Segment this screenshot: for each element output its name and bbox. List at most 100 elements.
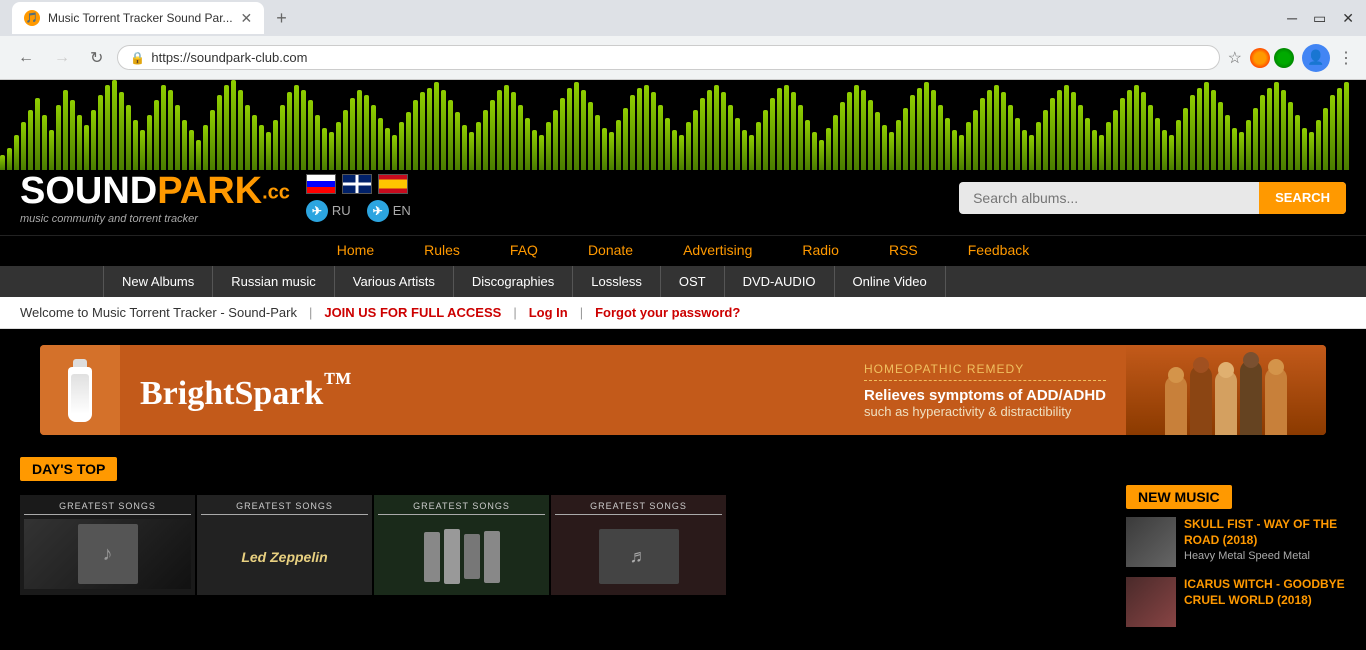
chrome-menu-button[interactable]: ⋮: [1338, 48, 1354, 68]
sub-nav-link-lossless[interactable]: Lossless: [573, 266, 661, 297]
eq-bar: [77, 115, 82, 170]
ad-homeo-label: HOMEOPATHIC REMEDY: [864, 362, 1106, 381]
flag-russian[interactable]: [306, 174, 336, 194]
album-artist-2: Led Zeppelin: [241, 549, 327, 565]
album-card-2[interactable]: GREATEST SONGS Led Zeppelin: [197, 495, 372, 595]
eq-bar: [427, 88, 432, 170]
eq-bar: [210, 110, 215, 170]
profile-icon[interactable]: 👤: [1302, 44, 1330, 72]
eq-bar: [357, 90, 362, 170]
ad-banner[interactable]: BrightSpark™ HOMEOPATHIC REMEDY Relieves…: [40, 345, 1326, 435]
sub-nav-link-russian-music[interactable]: Russian music: [213, 266, 335, 297]
nav-list: Home Rules FAQ Donate Advertising Radio …: [0, 242, 1366, 260]
nav-link-faq[interactable]: FAQ: [510, 242, 538, 258]
extension-icons: [1250, 48, 1294, 68]
eq-bar: [56, 105, 61, 170]
eq-bar: [1057, 90, 1062, 170]
sub-nav-link-online-video[interactable]: Online Video: [835, 266, 946, 297]
tab-close-button[interactable]: ✕: [241, 10, 253, 27]
sub-nav-link-discographies[interactable]: Discographies: [454, 266, 573, 297]
eq-bar: [1001, 92, 1006, 170]
eq-bar: [1064, 85, 1069, 170]
extension-2-icon[interactable]: [1274, 48, 1294, 68]
minimize-button[interactable]: ─: [1287, 10, 1297, 26]
eq-bar: [959, 135, 964, 170]
browser-tabs: 🎵 Music Torrent Tracker Sound Par... ✕ +: [12, 2, 295, 34]
logo[interactable]: SOUNDPARK.cc: [20, 170, 290, 213]
album-card-1[interactable]: GREATEST SONGS ♪: [20, 495, 195, 595]
eq-bar: [728, 105, 733, 170]
search-input[interactable]: [959, 182, 1259, 214]
nav-link-home[interactable]: Home: [337, 242, 374, 258]
nav-link-radio[interactable]: Radio: [802, 242, 839, 258]
sub-nav-link-dvd-audio[interactable]: DVD-AUDIO: [725, 266, 835, 297]
forward-button[interactable]: →: [48, 45, 76, 71]
ad-product-image: [40, 345, 120, 435]
eq-bar: [1162, 130, 1167, 170]
sub-nav: New Albums Russian music Various Artists…: [0, 266, 1366, 297]
back-button[interactable]: ←: [12, 45, 40, 71]
close-window-button[interactable]: ✕: [1342, 10, 1354, 27]
nav-link-feedback[interactable]: Feedback: [968, 242, 1029, 258]
url-input[interactable]: [151, 50, 1206, 65]
eq-bar: [21, 122, 26, 170]
nav-link-advertising[interactable]: Advertising: [683, 242, 752, 258]
maximize-button[interactable]: ▭: [1313, 10, 1326, 27]
eq-bar: [1302, 128, 1307, 170]
eq-bar: [889, 132, 894, 170]
active-tab[interactable]: 🎵 Music Torrent Tracker Sound Par... ✕: [12, 2, 264, 34]
eq-bar: [1295, 115, 1300, 170]
ad-sub: such as hyperactivity & distractibility: [864, 404, 1106, 419]
eq-bar: [1043, 110, 1048, 170]
reload-button[interactable]: ↻: [84, 44, 109, 72]
eq-bar: [980, 98, 985, 170]
album-card-3[interactable]: GREATEST SONGS: [374, 495, 549, 595]
sub-nav-discographies: Discographies: [454, 266, 573, 297]
bookmark-star-icon[interactable]: ☆: [1228, 48, 1242, 68]
eq-bar: [112, 80, 117, 170]
nav-menu: Home Rules FAQ Donate Advertising Radio …: [0, 235, 1366, 266]
eq-bar: [385, 128, 390, 170]
eq-bar: [511, 92, 516, 170]
nav-link-rss[interactable]: RSS: [889, 242, 918, 258]
search-button[interactable]: SEARCH: [1259, 182, 1346, 214]
search-box: SEARCH: [959, 182, 1346, 214]
eq-bar: [35, 98, 40, 170]
eq-bar: [777, 88, 782, 170]
telegram-ru-link[interactable]: ✈ RU: [306, 200, 351, 222]
album-card-4[interactable]: GREATEST SONGS ♬: [551, 495, 726, 595]
eq-bar: [1232, 128, 1237, 170]
ad-trademark: ™: [323, 367, 351, 398]
album-link-2[interactable]: ICARUS WITCH - GOODBYE CRUEL WORLD (2018…: [1184, 577, 1346, 608]
eq-bar: [763, 110, 768, 170]
telegram-row: ✈ RU ✈ EN: [306, 200, 411, 222]
album-link-1[interactable]: SKULL FIST - WAY OF THE ROAD (2018): [1184, 517, 1346, 548]
eq-bar: [224, 85, 229, 170]
sub-nav-link-ost[interactable]: OST: [661, 266, 725, 297]
eq-bar: [679, 135, 684, 170]
eq-bar: [1267, 88, 1272, 170]
new-tab-button[interactable]: +: [268, 8, 295, 29]
nav-link-rules[interactable]: Rules: [424, 242, 460, 258]
join-link[interactable]: JOIN US FOR FULL ACCESS: [324, 305, 501, 320]
eq-bar: [1106, 122, 1111, 170]
sub-nav-link-new-albums[interactable]: New Albums: [103, 266, 213, 297]
extension-1-icon[interactable]: [1250, 48, 1270, 68]
flag-spanish[interactable]: [378, 174, 408, 194]
login-link[interactable]: Log In: [529, 305, 568, 320]
eq-bar: [441, 90, 446, 170]
eq-bar: [294, 85, 299, 170]
eq-bar: [245, 105, 250, 170]
eq-bar: [1316, 120, 1321, 170]
nav-link-donate[interactable]: Donate: [588, 242, 633, 258]
sub-nav-link-various-artists[interactable]: Various Artists: [335, 266, 454, 297]
forgot-password-link[interactable]: Forgot your password?: [595, 305, 740, 320]
eq-bar: [819, 140, 824, 170]
album-info-2: ICARUS WITCH - GOODBYE CRUEL WORLD (2018…: [1184, 577, 1346, 608]
logo-text: SOUNDPARK.cc: [20, 170, 290, 212]
address-bar[interactable]: 🔒: [117, 45, 1219, 70]
flag-english[interactable]: [342, 174, 372, 194]
eq-bar: [161, 85, 166, 170]
eq-bar: [483, 110, 488, 170]
telegram-en-link[interactable]: ✈ EN: [367, 200, 411, 222]
